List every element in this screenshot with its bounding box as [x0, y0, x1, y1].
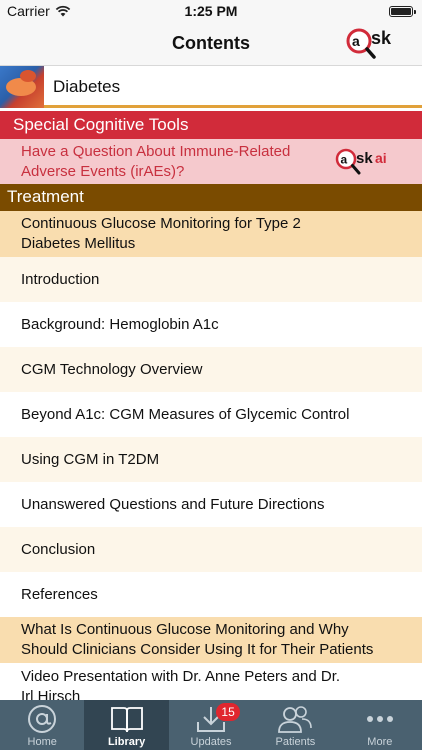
list-item[interactable]: Background: Hemoglobin A1c: [0, 302, 422, 347]
nav-bar: Contents a sk: [0, 22, 422, 66]
ask-irae-label: Have a Question About Immune-Related Adv…: [21, 142, 321, 182]
list-item[interactable]: Unanswered Questions and Future Directio…: [0, 482, 422, 527]
svg-text:a: a: [341, 153, 348, 167]
list-item-label: Video Presentation with Dr. Anne Peters …: [21, 668, 341, 685]
tab-updates[interactable]: 15 Updates: [169, 700, 253, 750]
list-item-label-line2: Should Clinicians Consider Using It for …: [21, 641, 374, 658]
list-item-label: Introduction: [21, 270, 100, 288]
list-item[interactable]: Using CGM in T2DM: [0, 437, 422, 482]
status-bar: Carrier 1:25 PM: [0, 0, 422, 22]
book-header[interactable]: Diabetes: [0, 66, 422, 108]
tab-label: Patients: [275, 736, 316, 748]
svg-text:a: a: [352, 33, 360, 49]
tab-bar: Home Library 15 Updates Patients More: [0, 700, 422, 750]
ask-ai-logo-icon: a sk ai: [335, 148, 387, 175]
list-item-label-line2: Diabetes Mellitus: [21, 235, 136, 252]
battery-icon: [389, 6, 416, 17]
contents-list: Continuous Glucose Monitoring for Type 2…: [0, 211, 422, 709]
book-icon: [110, 707, 143, 733]
tab-label: Library: [107, 736, 146, 748]
list-item-label: Background: Hemoglobin A1c: [21, 315, 219, 333]
status-time: 1:25 PM: [184, 3, 238, 19]
patients-icon: [278, 706, 313, 733]
list-item[interactable]: What Is Continuous Glucose Monitoring an…: [0, 617, 422, 663]
ask-ai-logo-text: sk: [356, 150, 373, 167]
list-item-label: References: [21, 585, 98, 603]
special-tools-section-header: Special Cognitive Tools: [0, 111, 422, 139]
more-icon: [366, 716, 393, 722]
tab-label: Updates: [190, 736, 232, 748]
list-item[interactable]: Introduction: [0, 257, 422, 302]
treatment-section-header: Treatment: [0, 184, 422, 211]
book-title: Diabetes: [53, 77, 121, 96]
updates-count-badge: 15: [216, 703, 241, 721]
list-item[interactable]: Beyond A1c: CGM Measures of Glycemic Con…: [0, 392, 422, 437]
book-cover-image: [0, 66, 44, 108]
list-item[interactable]: Continuous Glucose Monitoring for Type 2…: [0, 211, 422, 257]
ask-logo-text: sk: [371, 28, 392, 48]
list-item-label: Unanswered Questions and Future Directio…: [21, 495, 325, 513]
ask-irae-line2: Adverse Events (irAEs)?: [21, 163, 185, 180]
ask-ai-logo-suffix: ai: [375, 150, 387, 166]
list-item-label: Continuous Glucose Monitoring for Type 2: [21, 215, 301, 232]
list-item-label: Using CGM in T2DM: [21, 450, 160, 468]
list-item[interactable]: CGM Technology Overview: [0, 347, 422, 392]
tab-home[interactable]: Home: [0, 700, 84, 750]
tab-library[interactable]: Library: [84, 700, 169, 750]
list-item-label: Conclusion: [21, 540, 96, 558]
list-item[interactable]: Conclusion: [0, 527, 422, 572]
tab-label: Home: [27, 736, 57, 748]
at-icon: [28, 705, 57, 733]
ask-irae-item[interactable]: Have a Question About Immune-Related Adv…: [0, 139, 422, 184]
list-item-label: CGM Technology Overview: [21, 360, 203, 378]
tab-label: More: [367, 736, 393, 748]
list-item[interactable]: References: [0, 572, 422, 617]
ask-irae-line1: Have a Question About Immune-Related: [21, 143, 291, 160]
tab-more[interactable]: More: [338, 700, 422, 750]
ask-logo-button[interactable]: a sk: [344, 26, 406, 62]
list-item-label: Beyond A1c: CGM Measures of Glycemic Con…: [21, 405, 350, 423]
list-item-label: What Is Continuous Glucose Monitoring an…: [21, 621, 349, 638]
tab-patients[interactable]: Patients: [253, 700, 337, 750]
